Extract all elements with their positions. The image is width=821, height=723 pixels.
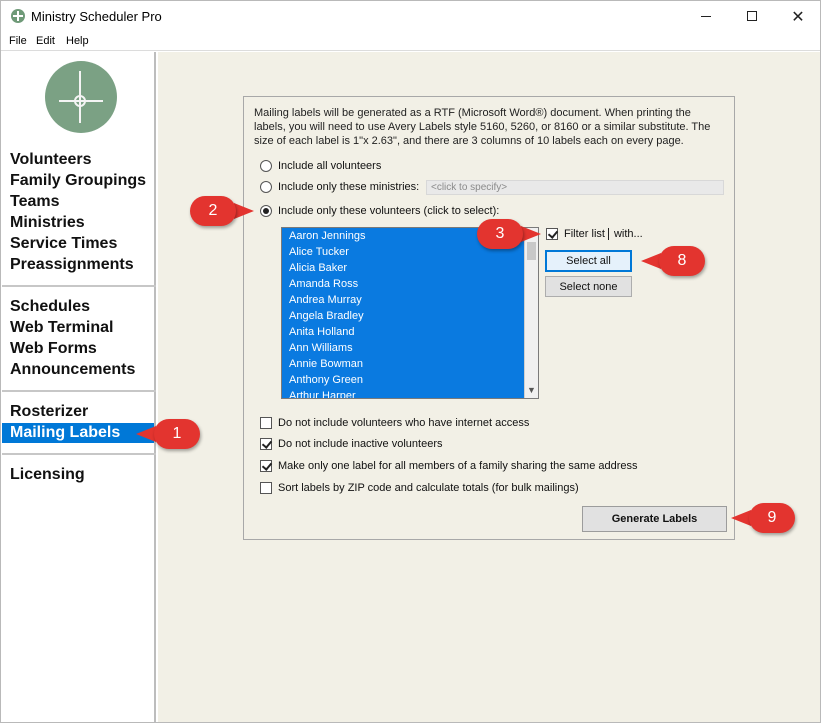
option-exclude-internet[interactable]: Do not include volunteers who have inter…	[260, 417, 529, 429]
list-item[interactable]: Arthur Harper	[282, 388, 538, 398]
list-item[interactable]: Amanda Ross	[282, 276, 538, 292]
filter-list-option[interactable]: Filter list with...	[546, 228, 643, 240]
close-button[interactable]: ✕	[775, 1, 821, 31]
nav-announcements[interactable]: Announcements	[2, 360, 154, 380]
callout-number: 2	[190, 196, 236, 226]
list-item[interactable]: Annie Bowman	[282, 356, 538, 372]
checkbox[interactable]	[260, 417, 272, 429]
window-title: Ministry Scheduler Pro	[31, 9, 162, 24]
nav-volunteers[interactable]: Volunteers	[2, 150, 154, 170]
sidebar-divider	[2, 285, 156, 287]
mailing-labels-panel: Mailing labels will be generated as a RT…	[243, 96, 735, 540]
nav-web-forms[interactable]: Web Forms	[2, 339, 154, 359]
radio-label: Include all volunteers	[278, 160, 382, 172]
option-label: Do not include inactive volunteers	[278, 438, 443, 450]
checkbox-checked[interactable]	[260, 438, 272, 450]
menu-bar: File Edit Help	[1, 33, 820, 51]
menu-help[interactable]: Help	[66, 35, 89, 47]
nav-family-groupings[interactable]: Family Groupings	[2, 171, 154, 191]
option-label: Do not include volunteers who have inter…	[278, 417, 530, 429]
menu-edit[interactable]: Edit	[36, 35, 55, 47]
minimize-icon	[701, 15, 711, 17]
generate-labels-button[interactable]: Generate Labels	[582, 506, 727, 532]
list-scrollbar[interactable]: ▼	[524, 228, 538, 398]
filter-with-link[interactable]: with...	[614, 228, 643, 240]
scrollbar-thumb[interactable]	[527, 242, 536, 260]
radio-include-all[interactable]: Include all volunteers	[260, 160, 381, 172]
list-item[interactable]: Alicia Baker	[282, 260, 538, 276]
option-exclude-inactive[interactable]: Do not include inactive volunteers	[260, 438, 442, 450]
radio-include-ministries[interactable]: Include only these ministries:	[260, 181, 419, 193]
nav-mailing-labels[interactable]: Mailing Labels	[2, 423, 154, 443]
maximize-icon	[747, 11, 757, 21]
volunteer-list[interactable]: Aaron Jennings Alice Tucker Alicia Baker…	[281, 227, 539, 399]
checkbox[interactable]	[260, 482, 272, 494]
sidebar: Volunteers Family Groupings Teams Minist…	[2, 52, 156, 722]
nav-rosterizer[interactable]: Rosterizer	[2, 402, 154, 422]
radio-button[interactable]	[260, 160, 272, 172]
option-sort-by-zip[interactable]: Sort labels by ZIP code and calculate to…	[260, 482, 579, 494]
minimize-button[interactable]	[683, 1, 729, 31]
callout-number: 3	[477, 219, 523, 249]
title-bar[interactable]: Ministry Scheduler Pro ✕	[1, 1, 820, 31]
nav-web-terminal[interactable]: Web Terminal	[2, 318, 154, 338]
description-text: Mailing labels will be generated as a RT…	[254, 107, 711, 147]
callout-number: 1	[154, 419, 200, 449]
radio-include-volunteers[interactable]: Include only these volunteers (click to …	[260, 205, 499, 217]
menu-file[interactable]: File	[9, 35, 27, 47]
filter-list-checkbox[interactable]	[546, 228, 558, 240]
nav-ministries[interactable]: Ministries	[2, 213, 154, 233]
option-label: Sort labels by ZIP code and calculate to…	[278, 482, 579, 494]
nav-licensing[interactable]: Licensing	[2, 465, 154, 485]
option-label: Make only one label for all members of a…	[278, 460, 638, 472]
filter-list-label: Filter list	[564, 228, 605, 240]
nav-preassignments[interactable]: Preassignments	[2, 255, 154, 275]
sidebar-divider	[2, 453, 156, 455]
radio-button-selected[interactable]	[260, 205, 272, 217]
close-icon: ✕	[791, 6, 805, 26]
select-none-button[interactable]: Select none	[545, 276, 632, 297]
callout-number: 8	[659, 246, 705, 276]
select-all-button[interactable]: Select all	[545, 250, 632, 272]
list-item[interactable]: Angela Bradley	[282, 308, 538, 324]
chevron-down-icon[interactable]: ▼	[527, 386, 536, 395]
list-item[interactable]: Anthony Green	[282, 372, 538, 388]
radio-label: Include only these ministries:	[278, 181, 420, 193]
radio-button[interactable]	[260, 181, 272, 193]
nav-teams[interactable]: Teams	[2, 192, 154, 212]
callout-number: 9	[749, 503, 795, 533]
radio-label: Include only these volunteers (click to …	[278, 205, 500, 217]
maximize-button[interactable]	[729, 1, 775, 31]
checkbox-checked[interactable]	[260, 460, 272, 472]
text-cursor	[607, 228, 609, 240]
main-content: Mailing labels will be generated as a RT…	[158, 52, 820, 722]
option-one-label-per-family[interactable]: Make only one label for all members of a…	[260, 460, 638, 472]
nav-schedules[interactable]: Schedules	[2, 297, 154, 317]
list-item[interactable]: Ann Williams	[282, 340, 538, 356]
app-window: Ministry Scheduler Pro ✕ File Edit Help …	[0, 0, 821, 723]
app-logo-icon	[11, 9, 25, 23]
list-item[interactable]: Andrea Murray	[282, 292, 538, 308]
nav-service-times[interactable]: Service Times	[2, 234, 154, 254]
app-logo	[45, 61, 117, 133]
ministries-picker-field[interactable]: <click to specify>	[426, 180, 724, 195]
sidebar-divider	[2, 390, 156, 392]
list-item[interactable]: Anita Holland	[282, 324, 538, 340]
